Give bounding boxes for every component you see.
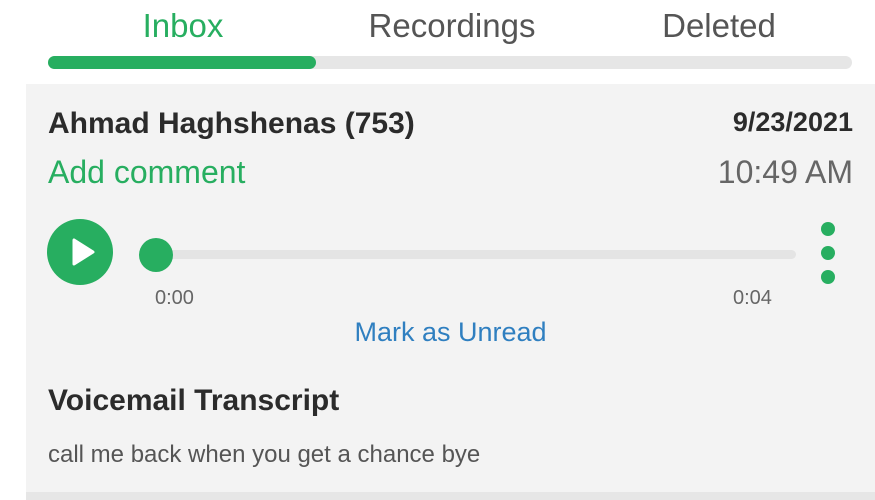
voicemail-date: 9/23/2021 bbox=[732, 107, 853, 137]
tab-deleted[interactable]: Deleted bbox=[586, 4, 852, 48]
tab-track bbox=[48, 56, 852, 69]
active-tab-indicator bbox=[48, 56, 316, 69]
mark-as-unread-link[interactable]: Mark as Unread bbox=[26, 317, 875, 348]
tab-recordings[interactable]: Recordings bbox=[318, 4, 586, 48]
duration: 0:04 bbox=[733, 287, 772, 309]
add-comment-link[interactable]: Add comment bbox=[48, 154, 245, 191]
play-button[interactable] bbox=[47, 219, 113, 285]
more-options-button[interactable] bbox=[814, 222, 840, 284]
play-icon bbox=[72, 238, 95, 266]
seek-handle[interactable] bbox=[139, 238, 173, 272]
transcript-text: call me back when you get a chance bye bbox=[48, 441, 481, 468]
caller-name: Ahmad Haghshenas (753) bbox=[48, 107, 415, 140]
voicemail-time: 10:49 AM bbox=[717, 154, 853, 190]
tab-inbox[interactable]: Inbox bbox=[48, 4, 318, 48]
tab-bar: Inbox Recordings Deleted bbox=[0, 0, 875, 80]
current-time: 0:00 bbox=[155, 287, 194, 309]
voicemail-card[interactable]: Ahmad Haghshenas (753) 9/23/2021 Add com… bbox=[26, 84, 875, 492]
seek-bar[interactable] bbox=[141, 250, 796, 259]
transcript-title: Voicemail Transcript bbox=[48, 384, 340, 417]
card-bottom-border bbox=[26, 492, 875, 500]
